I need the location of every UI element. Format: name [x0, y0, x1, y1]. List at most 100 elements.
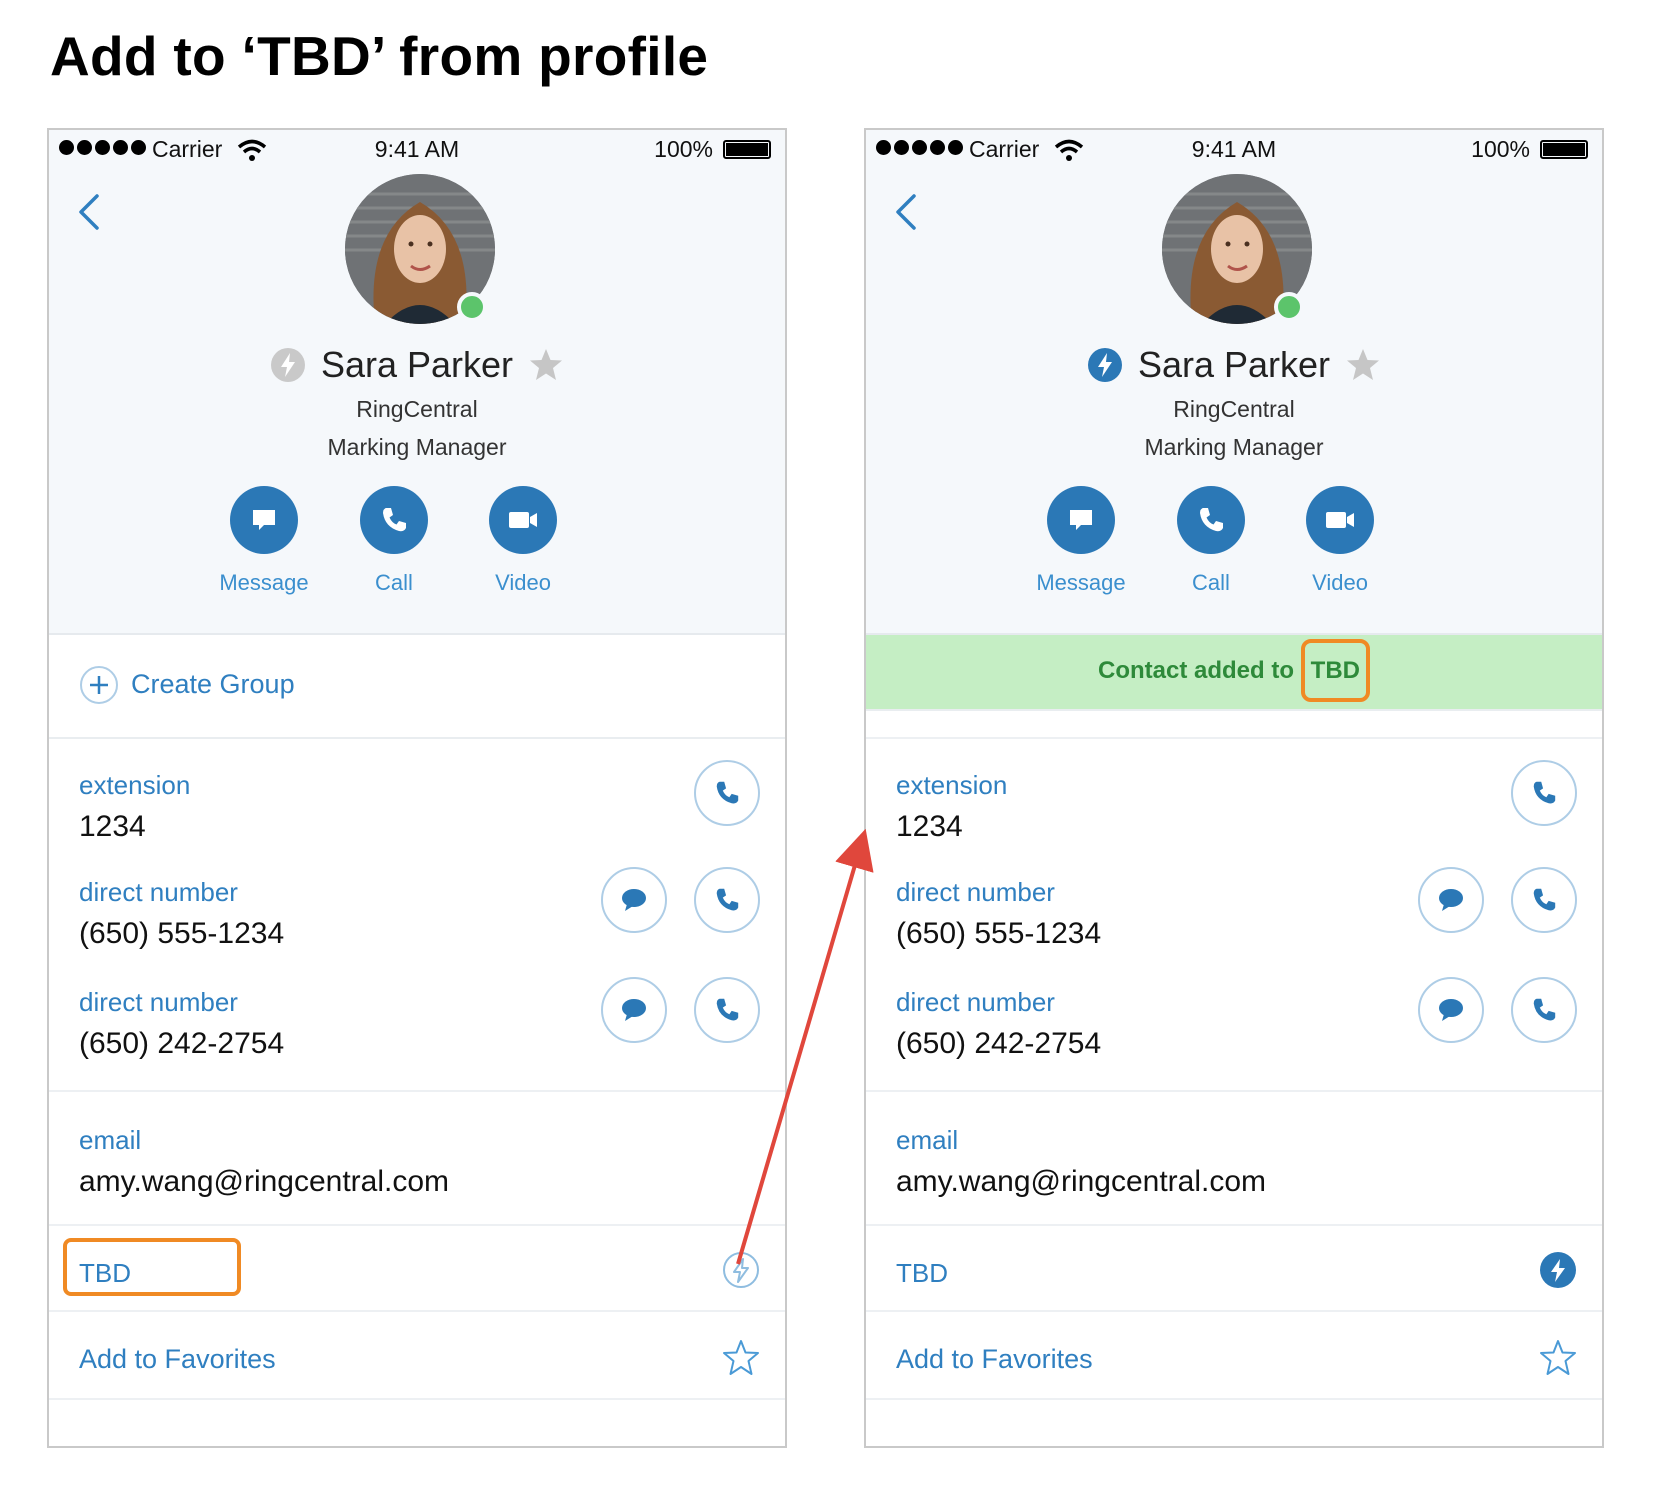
direct-number-value: (650) 555-1234 [896, 917, 1102, 950]
direct-number-message-button[interactable] [1418, 977, 1484, 1043]
tbd-team-label[interactable]: TBD [896, 1258, 948, 1289]
create-group-row[interactable]: Create Group [49, 635, 785, 739]
message-action-label: Message [219, 570, 309, 595]
message-action-button[interactable]: Message [204, 486, 324, 596]
add-to-favorites-label[interactable]: Add to Favorites [896, 1344, 1093, 1375]
direct-number-call-button[interactable] [694, 867, 760, 933]
call-action-label: Call [1192, 570, 1230, 595]
chat-bubble-icon [622, 999, 646, 1021]
battery-icon [723, 140, 771, 159]
message-action-button[interactable]: Message [1021, 486, 1141, 596]
direct-number-call-button[interactable] [1511, 867, 1577, 933]
contact-company: RingCentral [356, 396, 478, 422]
bolt-outline-icon[interactable] [721, 1250, 761, 1290]
phone-icon [1533, 888, 1556, 911]
contact-name: Sara Parker [320, 344, 514, 385]
video-camera-icon [509, 512, 537, 528]
direct-number-call-button[interactable] [1511, 977, 1577, 1043]
plus-circle-icon [80, 666, 118, 704]
extension-call-button[interactable] [694, 760, 760, 826]
avatar [345, 174, 495, 324]
phone-icon [1200, 508, 1223, 532]
contact-added-toast: Contact added to TBD [866, 635, 1602, 711]
favorite-star-icon[interactable] [1344, 346, 1382, 384]
direct-number-call-button[interactable] [694, 977, 760, 1043]
direct-number-label: direct number [79, 877, 238, 907]
direct-number-value: (650) 242-2754 [79, 1027, 285, 1060]
toast-message: Contact added to [1098, 657, 1301, 684]
divider [49, 1224, 785, 1226]
online-presence-icon [1274, 292, 1304, 322]
back-chevron-icon[interactable] [892, 192, 922, 232]
email-value: amy.wang@ringcentral.com [79, 1165, 450, 1198]
contact-company: RingCentral [1173, 396, 1295, 422]
bolt-filled-icon[interactable] [1538, 1250, 1578, 1290]
status-bar: Carrier 9:41 AM 100% [866, 130, 1602, 170]
favorite-star-icon[interactable] [527, 346, 565, 384]
profile-screen-before: Carrier 9:41 AM 100% Sara Parker RingCen… [47, 128, 787, 1448]
star-outline-icon[interactable] [1538, 1338, 1578, 1378]
phone-icon [716, 781, 739, 804]
profile-screen-after: Carrier 9:41 AM 100% Sara Parker RingCen… [864, 128, 1604, 1448]
email-value: amy.wang@ringcentral.com [896, 1165, 1267, 1198]
message-action-label: Message [1036, 570, 1126, 595]
phone-icon [383, 508, 406, 532]
direct-number-value: (650) 555-1234 [79, 917, 285, 950]
star-outline-icon[interactable] [721, 1338, 761, 1378]
divider [49, 1310, 785, 1312]
email-label: email [896, 1125, 959, 1155]
extension-value: 1234 [896, 810, 963, 843]
phone-icon [716, 888, 739, 911]
divider [49, 1090, 785, 1092]
direct-number-label: direct number [896, 987, 1055, 1017]
direct-number-label: direct number [79, 987, 238, 1017]
tbd-bolt-badge-icon [270, 348, 305, 382]
extension-call-button[interactable] [1511, 760, 1577, 826]
video-action-button[interactable]: Video [1280, 486, 1400, 596]
phone-icon [716, 998, 739, 1021]
video-action-label: Video [495, 570, 551, 595]
video-action-label: Video [1312, 570, 1368, 595]
call-action-label: Call [375, 570, 413, 595]
video-action-button[interactable]: Video [463, 486, 583, 596]
call-action-button[interactable]: Call [334, 486, 454, 596]
extension-label: extension [79, 770, 191, 800]
battery-icon [1540, 140, 1588, 159]
direct-number-message-button[interactable] [1418, 867, 1484, 933]
divider [866, 1398, 1602, 1400]
message-icon [253, 510, 275, 530]
extension-label: extension [896, 770, 1008, 800]
contact-name: Sara Parker [1137, 344, 1331, 385]
profile-header: Carrier 9:41 AM 100% Sara Parker RingCen… [866, 130, 1602, 635]
page-title: Add to ‘TBD’ from profile [50, 25, 709, 87]
divider [866, 1224, 1602, 1226]
direct-number-message-button[interactable] [601, 867, 667, 933]
divider [866, 1090, 1602, 1092]
divider [866, 737, 1602, 739]
call-action-button[interactable]: Call [1151, 486, 1271, 596]
add-to-favorites-label[interactable]: Add to Favorites [79, 1344, 276, 1375]
direct-number-value: (650) 242-2754 [896, 1027, 1102, 1060]
direct-number-label: direct number [896, 877, 1055, 907]
chat-bubble-icon [1439, 889, 1463, 911]
back-chevron-icon[interactable] [75, 192, 105, 232]
phone-icon [1533, 781, 1556, 804]
divider [49, 1398, 785, 1400]
tbd-bolt-badge-icon [1087, 348, 1122, 382]
direct-number-message-button[interactable] [601, 977, 667, 1043]
status-bar: Carrier 9:41 AM 100% [49, 130, 785, 170]
divider [866, 1310, 1602, 1312]
contact-job-title: Marking Manager [1144, 434, 1324, 460]
email-label: email [79, 1125, 142, 1155]
profile-header: Carrier 9:41 AM 100% Sara Parker RingCen… [49, 130, 785, 635]
avatar [1162, 174, 1312, 324]
online-presence-icon [457, 292, 487, 322]
chat-bubble-icon [1439, 999, 1463, 1021]
contact-job-title: Marking Manager [327, 434, 507, 460]
chat-bubble-icon [622, 889, 646, 911]
extension-value: 1234 [79, 810, 146, 843]
phone-icon [1533, 998, 1556, 1021]
tbd-team-label[interactable]: TBD [79, 1258, 131, 1289]
message-icon [1070, 510, 1092, 530]
create-group-label: Create Group [131, 669, 295, 699]
